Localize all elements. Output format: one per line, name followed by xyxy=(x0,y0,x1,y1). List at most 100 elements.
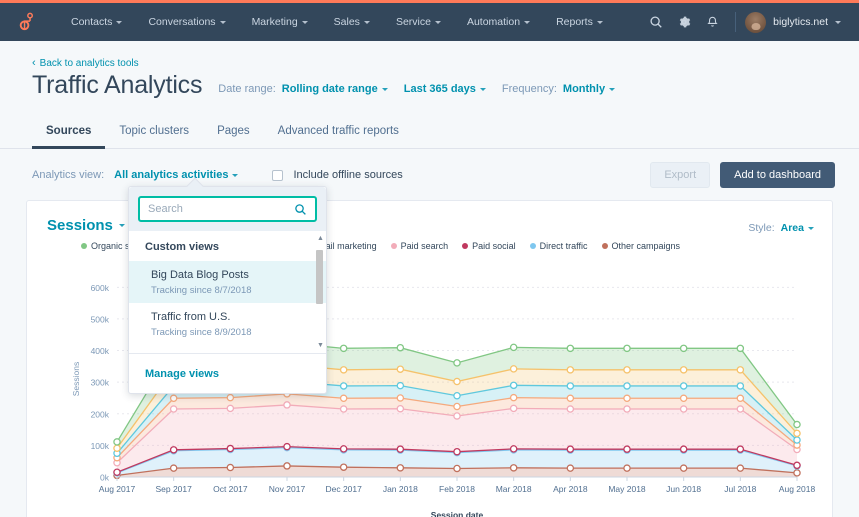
data-point[interactable] xyxy=(737,446,743,452)
data-point[interactable] xyxy=(341,446,347,452)
data-point[interactable] xyxy=(454,378,460,384)
search-icon[interactable] xyxy=(642,8,670,36)
nav-item-marketing[interactable]: Marketing xyxy=(239,16,321,28)
legend-item[interactable]: Paid search xyxy=(391,241,449,251)
data-point[interactable] xyxy=(624,465,630,471)
data-point[interactable] xyxy=(511,344,517,350)
search-box[interactable] xyxy=(138,196,317,222)
data-point[interactable] xyxy=(624,367,630,373)
data-point[interactable] xyxy=(737,383,743,389)
analytics-view-dropdown[interactable]: All analytics activities xyxy=(114,169,238,181)
manage-views-link[interactable]: Manage views xyxy=(145,368,219,380)
data-point[interactable] xyxy=(737,395,743,401)
data-point[interactable] xyxy=(454,465,460,471)
data-point[interactable] xyxy=(341,406,347,412)
data-point[interactable] xyxy=(397,366,403,372)
data-point[interactable] xyxy=(171,395,177,401)
data-point[interactable] xyxy=(171,447,177,453)
data-point[interactable] xyxy=(681,367,687,373)
data-point[interactable] xyxy=(171,406,177,412)
nav-item-conversations[interactable]: Conversations xyxy=(135,16,238,28)
data-point[interactable] xyxy=(681,345,687,351)
back-to-analytics-tools-link[interactable]: ‹ Back to analytics tools xyxy=(32,58,139,69)
data-point[interactable] xyxy=(397,383,403,389)
data-point[interactable] xyxy=(681,446,687,452)
search-input[interactable] xyxy=(148,203,294,215)
data-point[interactable] xyxy=(114,445,120,451)
data-point[interactable] xyxy=(737,465,743,471)
popover-item-traffic-from-us[interactable]: Traffic from U.S. Tracking since 8/9/201… xyxy=(129,303,326,345)
tab-sources[interactable]: Sources xyxy=(32,118,105,149)
data-point[interactable] xyxy=(454,360,460,366)
data-point[interactable] xyxy=(567,406,573,412)
data-point[interactable] xyxy=(227,395,233,401)
data-point[interactable] xyxy=(397,406,403,412)
chart-style-selector[interactable]: Area xyxy=(781,222,814,234)
data-point[interactable] xyxy=(567,383,573,389)
data-point[interactable] xyxy=(511,465,517,471)
data-point[interactable] xyxy=(794,470,800,476)
data-point[interactable] xyxy=(567,395,573,401)
popover-item-big-data-blog-posts[interactable]: Big Data Blog Posts Tracking since 8/7/2… xyxy=(129,261,326,303)
export-button[interactable]: Export xyxy=(650,162,710,188)
tab-topic-clusters[interactable]: Topic clusters xyxy=(105,118,203,149)
search-icon[interactable] xyxy=(294,203,307,216)
data-point[interactable] xyxy=(341,464,347,470)
data-point[interactable] xyxy=(681,406,687,412)
frequency-value[interactable]: Monthly xyxy=(563,83,615,95)
legend-item[interactable]: Other campaigns xyxy=(602,241,681,251)
bell-icon[interactable] xyxy=(698,8,726,36)
data-point[interactable] xyxy=(624,395,630,401)
data-point[interactable] xyxy=(227,405,233,411)
data-point[interactable] xyxy=(511,366,517,372)
data-point[interactable] xyxy=(567,367,573,373)
data-point[interactable] xyxy=(284,402,290,408)
data-point[interactable] xyxy=(114,439,120,445)
add-to-dashboard-button[interactable]: Add to dashboard xyxy=(720,162,835,188)
scrollbar-thumb[interactable] xyxy=(316,250,323,304)
scroll-up-icon[interactable]: ▲ xyxy=(317,235,324,242)
data-point[interactable] xyxy=(397,395,403,401)
legend-item[interactable]: Paid social xyxy=(462,241,516,251)
data-point[interactable] xyxy=(454,393,460,399)
data-point[interactable] xyxy=(511,446,517,452)
hubspot-sprocket-icon[interactable] xyxy=(14,11,36,33)
data-point[interactable] xyxy=(511,382,517,388)
data-point[interactable] xyxy=(681,395,687,401)
data-point[interactable] xyxy=(794,430,800,436)
tab-advanced-traffic-reports[interactable]: Advanced traffic reports xyxy=(264,118,413,149)
data-point[interactable] xyxy=(567,446,573,452)
data-point[interactable] xyxy=(284,444,290,450)
metric-selector[interactable]: Sessions xyxy=(47,217,125,234)
data-point[interactable] xyxy=(341,345,347,351)
data-point[interactable] xyxy=(397,446,403,452)
data-point[interactable] xyxy=(454,403,460,409)
nav-item-contacts[interactable]: Contacts xyxy=(58,16,135,28)
data-point[interactable] xyxy=(227,464,233,470)
popover-item-traffic-from-specific-brand[interactable]: Traffic From Specific Brand Tracking sin… xyxy=(129,345,326,353)
data-point[interactable] xyxy=(397,465,403,471)
account-menu[interactable]: biglytics.net xyxy=(745,12,845,33)
data-point[interactable] xyxy=(227,445,233,451)
data-point[interactable] xyxy=(624,406,630,412)
data-point[interactable] xyxy=(624,383,630,389)
data-point[interactable] xyxy=(171,465,177,471)
nav-item-reports[interactable]: Reports xyxy=(543,16,616,28)
include-offline-sources-checkbox[interactable] xyxy=(272,170,283,181)
nav-item-service[interactable]: Service xyxy=(383,16,454,28)
data-point[interactable] xyxy=(567,465,573,471)
data-point[interactable] xyxy=(737,406,743,412)
data-point[interactable] xyxy=(397,345,403,351)
scroll-down-icon[interactable]: ▼ xyxy=(317,342,324,349)
legend-item[interactable]: Direct traffic xyxy=(530,241,588,251)
data-point[interactable] xyxy=(511,405,517,411)
data-point[interactable] xyxy=(454,413,460,419)
data-point[interactable] xyxy=(737,345,743,351)
popover-scrollbar[interactable]: ▲ ▼ xyxy=(316,237,323,347)
data-point[interactable] xyxy=(794,421,800,427)
data-point[interactable] xyxy=(737,367,743,373)
data-point[interactable] xyxy=(511,395,517,401)
nav-item-automation[interactable]: Automation xyxy=(454,16,543,28)
data-point[interactable] xyxy=(341,367,347,373)
data-point[interactable] xyxy=(624,446,630,452)
